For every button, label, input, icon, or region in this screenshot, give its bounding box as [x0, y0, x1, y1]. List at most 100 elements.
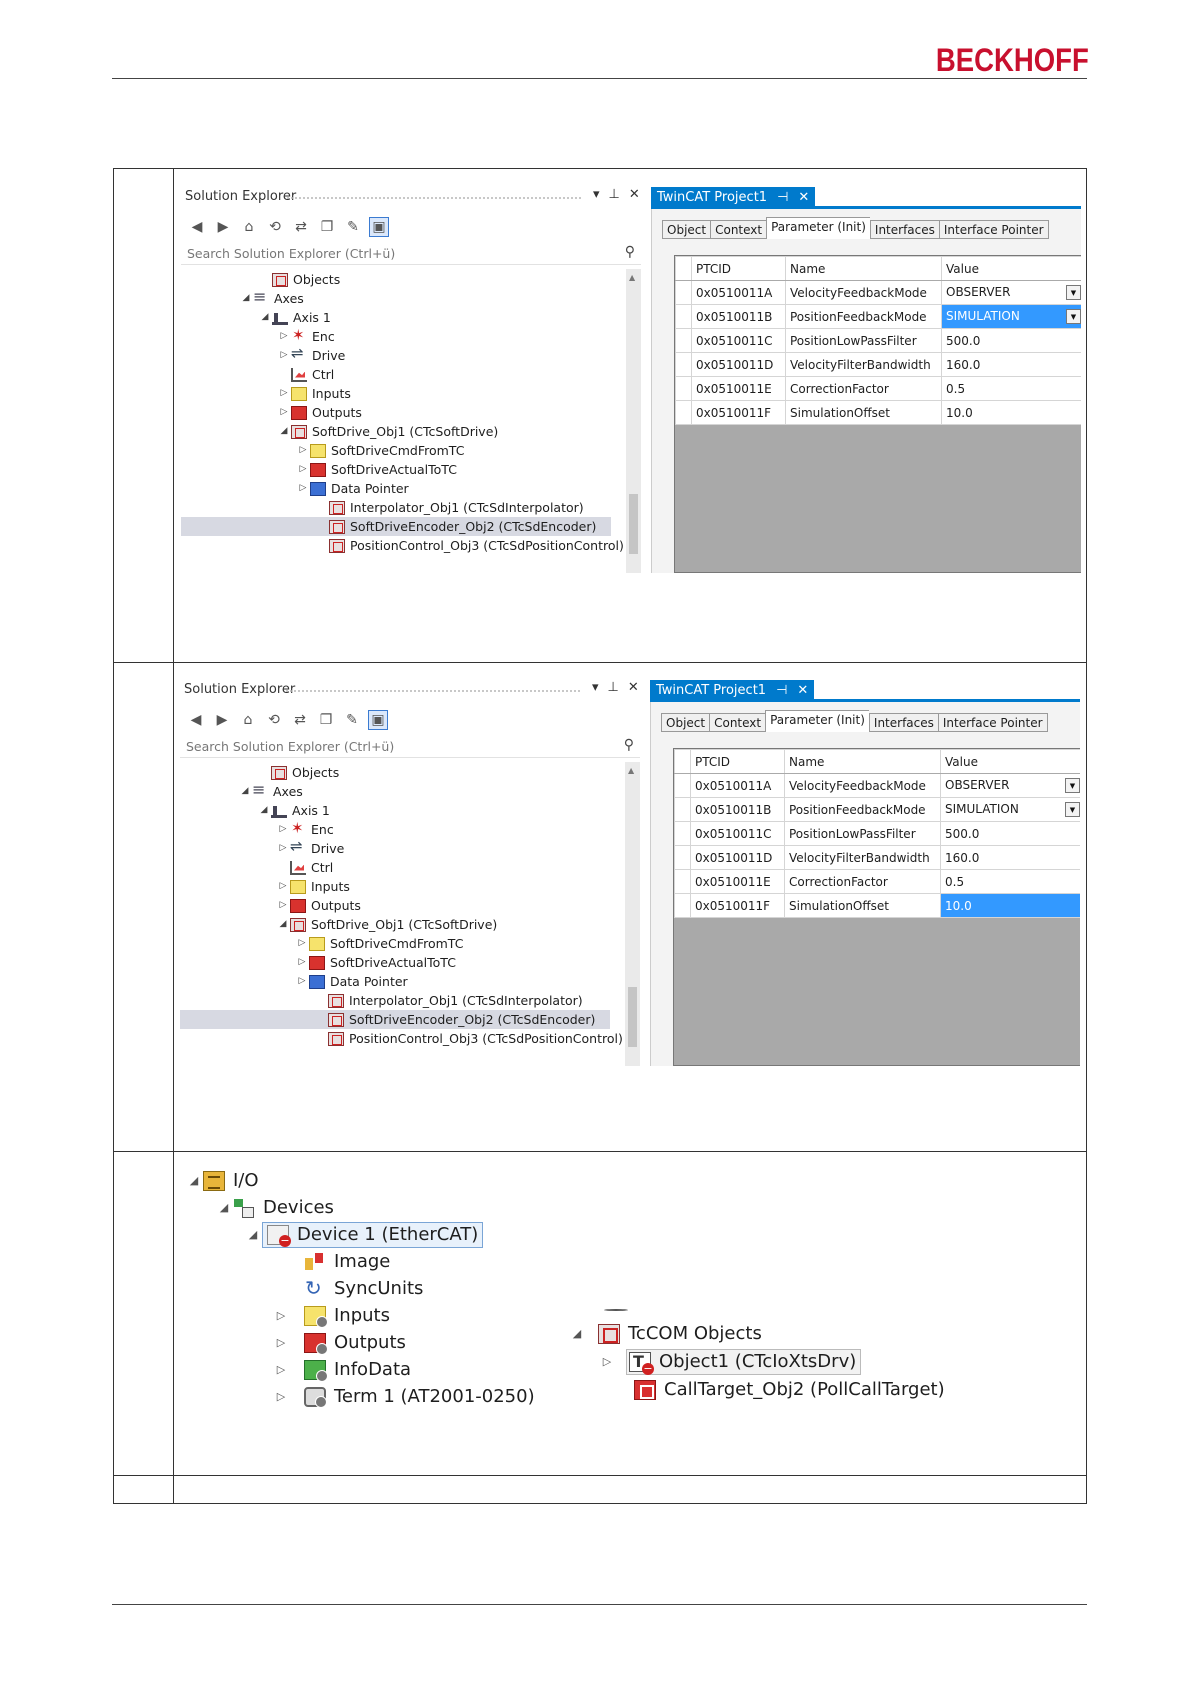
tree-node[interactable]: ▷ Enc — [277, 326, 335, 346]
tree-arrow-icon[interactable]: ▷ — [276, 877, 290, 896]
tree-node[interactable]: Interpolator_Obj1 (CTcSdInterpolator) — [315, 498, 584, 517]
tree-node[interactable]: ▷ Drive — [276, 837, 345, 858]
tree-node[interactable]: Objects — [258, 270, 340, 289]
collapse-all-icon[interactable]: ❐ — [316, 710, 336, 730]
subtab[interactable]: Object — [661, 713, 710, 732]
search-box[interactable]: Search Solution Explorer (Ctrl+ü) ⚲ — [181, 243, 641, 265]
tree-node[interactable]: ◢ Axes — [238, 780, 303, 801]
dropdown-arrow-icon[interactable]: ▼ — [1065, 778, 1080, 793]
tree-node[interactable]: ◢ SoftDrive_Obj1 (CTcSoftDrive) — [276, 915, 498, 934]
subtab[interactable]: Interface Pointer — [938, 220, 1049, 239]
tree-node-inputs[interactable]: ▷ Inputs — [272, 1303, 390, 1329]
back-icon[interactable]: ◀ — [187, 217, 207, 237]
subtab[interactable]: Object — [662, 220, 711, 239]
drag-grip[interactable] — [285, 689, 580, 693]
tree-node-tcom-objects[interactable]: ◢ TcCOM Objects — [568, 1321, 762, 1347]
search-box[interactable]: Search Solution Explorer (Ctrl+ü) ⚲ — [180, 736, 640, 758]
collapse-all-icon[interactable]: ❐ — [317, 217, 337, 237]
table-row[interactable]: 0x0510011B PositionFeedbackMode ▼ SIMULATIO… — [675, 304, 1081, 329]
tree-node[interactable]: Objects — [257, 763, 339, 782]
table-row[interactable]: 0x0510011B PositionFeedbackMode ▼ SIMULATIO… — [674, 797, 1080, 822]
tree-arrow-icon[interactable]: ◢ — [258, 308, 272, 327]
search-icon[interactable]: ⚲ — [624, 737, 634, 753]
table-row[interactable]: 0x0510011A VelocityFeedbackMode ▼ OBSERVER — [675, 280, 1081, 305]
collapse-arrow-icon[interactable]: ◢ — [244, 1222, 262, 1248]
tree-node-image[interactable]: Image — [286, 1249, 390, 1275]
search-icon[interactable]: ⚲ — [625, 244, 635, 260]
search-input[interactable]: Search Solution Explorer (Ctrl+ü) — [187, 246, 395, 261]
tree-node[interactable]: ▷ Drive — [277, 344, 346, 365]
value-cell[interactable]: ▼ SIMULATION — [941, 304, 1081, 329]
properties-icon[interactable]: ✎ — [342, 710, 362, 730]
drag-grip[interactable] — [286, 196, 581, 200]
tree-arrow-icon[interactable]: ▷ — [277, 346, 291, 365]
value-cell[interactable]: 500.0 — [941, 328, 1081, 353]
tree-arrow-icon[interactable]: ▷ — [276, 896, 290, 915]
tree-node[interactable]: ◢ SoftDrive_Obj1 (CTcSoftDrive) — [277, 422, 499, 441]
tree-node-outputs[interactable]: ▷ Outputs — [272, 1330, 406, 1356]
tree-node-io[interactable]: ◢ I/O — [185, 1168, 259, 1194]
device1-selection[interactable]: Device 1 (EtherCAT) — [262, 1222, 484, 1248]
collapse-arrow-icon[interactable]: ◢ — [215, 1195, 233, 1221]
table-row[interactable]: 0x0510011E CorrectionFactor 0.5 — [675, 376, 1081, 401]
expand-arrow-icon[interactable]: ▷ — [272, 1384, 290, 1410]
tree-arrow-icon[interactable]: ▷ — [296, 441, 310, 460]
collapse-arrow-icon[interactable]: ◢ — [568, 1321, 586, 1347]
table-row[interactable]: 0x0510011C PositionLowPassFilter 500.0 — [674, 821, 1080, 846]
column-header-value[interactable]: Value — [941, 256, 1081, 281]
tree-node[interactable]: ▷ SoftDriveCmdFromTC — [295, 934, 464, 953]
tree-node[interactable]: ◢ Axes — [239, 287, 304, 308]
subtab[interactable]: Interface Pointer — [937, 713, 1048, 732]
tree-node[interactable]: ▷ Inputs — [277, 384, 351, 403]
dropdown-icon[interactable]: ▾ — [593, 187, 609, 202]
tree-node-device1[interactable]: ◢ Device 1 (EtherCAT) — [244, 1222, 484, 1248]
expand-arrow-icon[interactable]: ▷ — [598, 1349, 616, 1375]
tree-node[interactable]: PositionControl_Obj3 (CTcSdPositionContr… — [315, 536, 624, 555]
value-cell[interactable]: 500.0 — [940, 821, 1080, 846]
home-icon[interactable]: ⌂ — [239, 217, 259, 237]
tree-arrow-icon[interactable]: ▷ — [277, 327, 291, 346]
value-cell[interactable]: ▼ OBSERVER — [941, 280, 1081, 305]
preview-icon[interactable]: ▣ — [369, 217, 389, 237]
tree-arrow-icon[interactable]: ▷ — [296, 460, 310, 479]
scroll-up-icon[interactable]: ▲ — [629, 273, 635, 282]
tree-arrow-icon[interactable]: ◢ — [257, 801, 271, 820]
tree-node[interactable]: SoftDriveEncoder_Obj2 (CTcSdEncoder) — [180, 1010, 610, 1029]
table-row[interactable]: 0x0510011F SimulationOffset 10.0 — [674, 893, 1080, 918]
column-header-name[interactable]: Name — [784, 749, 941, 774]
pin-icon[interactable]: ⊣ — [777, 190, 788, 205]
tree-node[interactable]: ◢ Axis 1 — [257, 801, 330, 820]
tree-node[interactable]: Ctrl — [276, 858, 333, 877]
close-icon[interactable]: ✕ — [628, 680, 648, 695]
value-cell[interactable]: 160.0 — [940, 845, 1080, 870]
tree-arrow-icon[interactable]: ▷ — [276, 820, 290, 839]
tree-node-infodata[interactable]: ▷ InfoData — [272, 1357, 411, 1383]
close-icon[interactable]: ✕ — [629, 187, 649, 202]
subtab[interactable]: Parameter (Init) — [766, 217, 870, 239]
column-header-value[interactable]: Value — [940, 749, 1080, 774]
table-row[interactable]: 0x0510011D VelocityFilterBandwidth 160.0 — [674, 845, 1080, 870]
value-cell[interactable]: 0.5 — [941, 376, 1081, 401]
subtab[interactable]: Parameter (Init) — [765, 710, 869, 732]
tree-node[interactable]: ▷ SoftDriveActualToTC — [296, 460, 457, 479]
column-header-ptcid[interactable]: PTCID — [691, 256, 786, 281]
subtab[interactable]: Context — [710, 220, 767, 239]
forward-icon[interactable]: ▶ — [212, 710, 232, 730]
close-tab-icon[interactable]: ✕ — [798, 190, 809, 205]
tree-arrow-icon[interactable]: ◢ — [276, 915, 290, 934]
table-row[interactable]: 0x0510011A VelocityFeedbackMode ▼ OBSERVER — [674, 773, 1080, 798]
scroll-thumb[interactable] — [629, 494, 638, 554]
tree-node[interactable]: SoftDriveEncoder_Obj2 (CTcSdEncoder) — [181, 517, 611, 536]
tree-node[interactable]: ▷ Outputs — [276, 896, 361, 915]
properties-icon[interactable]: ✎ — [343, 217, 363, 237]
table-row[interactable]: 0x0510011F SimulationOffset 10.0 — [675, 400, 1081, 425]
tree-arrow-icon[interactable]: ◢ — [238, 782, 252, 801]
table-row[interactable]: 0x0510011D VelocityFilterBandwidth 160.0 — [675, 352, 1081, 377]
close-tab-icon[interactable]: ✕ — [797, 683, 808, 698]
preview-icon[interactable]: ▣ — [368, 710, 388, 730]
expand-arrow-icon[interactable]: ▷ — [272, 1303, 290, 1329]
expand-arrow-icon[interactable]: ▷ — [272, 1357, 290, 1383]
tree-node-object1[interactable]: ▷ Object1 (CTcIoXtsDrv) — [598, 1349, 862, 1375]
tree-node[interactable]: ▷ SoftDriveActualToTC — [295, 953, 456, 972]
tree-node[interactable]: ▷ Inputs — [276, 877, 350, 896]
